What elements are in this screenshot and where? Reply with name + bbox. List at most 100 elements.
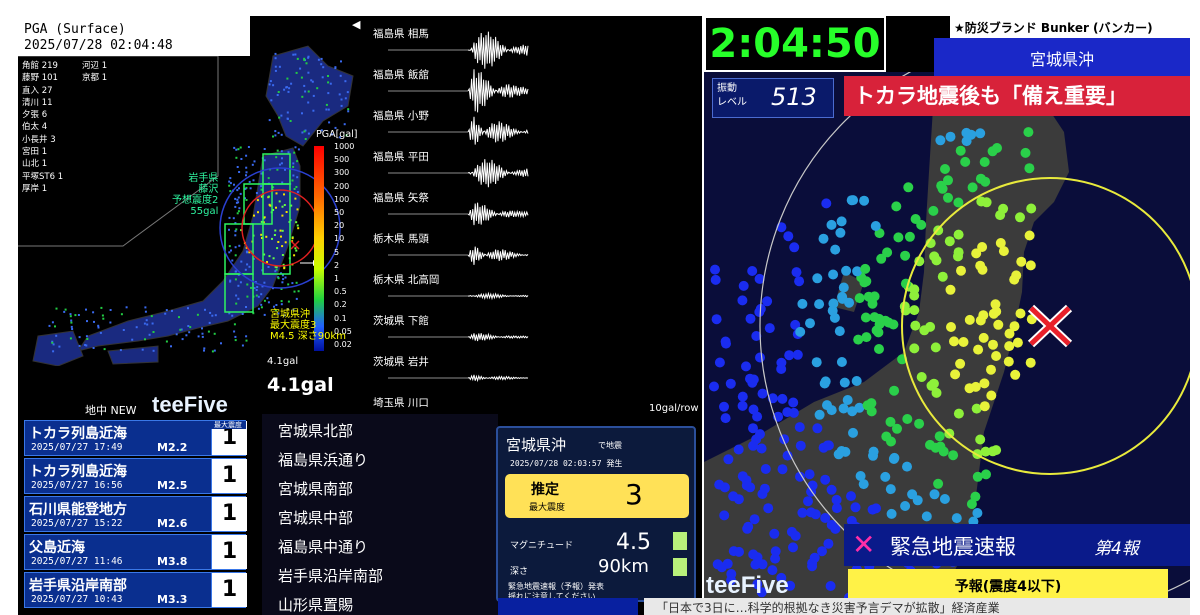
station-dot: [93, 320, 95, 323]
station-dot: [55, 307, 58, 310]
station-dot: [289, 120, 292, 122]
intensity-dot: [979, 401, 990, 412]
station-dot: [307, 132, 310, 135]
wave-station-label: 栃木県 馬頭: [373, 233, 429, 245]
intensity-dot: [893, 232, 904, 243]
miyagi-line2: 最大震度3: [270, 320, 317, 331]
quake-list-item[interactable]: 岩手県沿岸南部 2025/07/27 10:43 M3.3 1: [24, 572, 247, 608]
station-dot: [281, 205, 284, 208]
station-dot: [214, 314, 217, 317]
station-dot: [228, 184, 231, 187]
intensity-dot: [797, 298, 808, 309]
station-dot: [287, 90, 290, 93]
station-dot: [267, 177, 270, 180]
station-dot: [260, 306, 263, 309]
station-dot: [248, 180, 251, 183]
intensity-dot: [882, 247, 893, 258]
station-dot: [250, 286, 252, 289]
intensity-dot: [748, 374, 759, 385]
ticker-left: [498, 598, 638, 615]
intensity-dot: [789, 242, 800, 253]
intensity-dot: [970, 491, 981, 502]
station-dot: [281, 229, 284, 232]
station-dot: [77, 314, 80, 316]
waveform-trace: [467, 116, 529, 145]
station-dot: [268, 83, 271, 86]
quake-magnitude: M2.5: [157, 479, 188, 492]
station-dot: [245, 199, 248, 201]
intensity-dot: [1011, 270, 1022, 281]
quake-list-item[interactable]: 石川県能登地方 2025/07/27 15:22 M2.6 1: [24, 496, 247, 532]
shindo-level-value: 513: [771, 83, 817, 111]
gal-big: 4.1gal: [267, 374, 334, 396]
intensity-dot: [860, 312, 871, 323]
station-dot: [274, 270, 277, 273]
intensity-dot: [846, 491, 856, 502]
intensity-dot: [720, 413, 731, 424]
station-dot: [328, 121, 331, 124]
station-dot: [152, 331, 155, 333]
station-dot: [276, 94, 279, 96]
station-dot: [286, 77, 289, 80]
intensity-dot: [973, 344, 984, 355]
station-dot: [248, 265, 251, 268]
station-dot: [287, 300, 290, 303]
intensity-dot: [716, 562, 727, 573]
station-dot: [234, 335, 237, 338]
station-dot: [340, 104, 343, 107]
station-dot: [201, 335, 204, 338]
intensity-dot: [930, 342, 941, 353]
station-dot: [239, 281, 242, 284]
station-dot: [211, 350, 214, 353]
intensity-dot: [830, 244, 841, 255]
station-dot: [274, 134, 277, 137]
intensity-dot: [733, 444, 744, 455]
intensity-dot: [764, 323, 775, 334]
intensity-dot: [939, 494, 950, 504]
intensity-dot: [710, 264, 720, 275]
station-dot: [246, 251, 248, 254]
station-dot: [293, 151, 296, 154]
wave-scroll-arrow[interactable]: ◀: [352, 18, 360, 31]
region-list: 宮城県北部 福島県浜通り 宮城県南部 宮城県中部 福島県中通り 岩手県沿岸南部 山形県置賜: [262, 414, 498, 615]
station-dot: [197, 335, 200, 338]
station-entry: 角館 219: [22, 61, 58, 71]
teefive-logo-right: teeFive: [706, 572, 789, 599]
station-dot: [343, 123, 346, 126]
station-entry: 直入 27: [22, 85, 53, 96]
station-dot: [125, 306, 128, 309]
station-dot: [297, 227, 300, 230]
quake-list-item[interactable]: 父島近海 2025/07/27 11:46 M3.8 1: [24, 534, 247, 570]
station-dot: [272, 257, 275, 260]
station-dot: [276, 247, 279, 250]
wave-station-label: 茨城県 岩井: [373, 356, 429, 368]
broadcast-panel: 2:04:50 ★防災ブランド Bunker (バンカー) 宮城県沖 振動 レベ…: [704, 16, 1190, 615]
intensity-dot: [948, 450, 959, 461]
station-dot: [346, 91, 349, 94]
station-dot: [274, 52, 277, 55]
wave-station-label: 栃木県 北高岡: [373, 274, 440, 286]
station-dot: [234, 278, 237, 281]
intensity-dot: [711, 314, 722, 325]
station-dot: [291, 237, 294, 240]
intensity-dot: [769, 528, 780, 539]
iwate-line2: 藤沢: [198, 184, 219, 195]
region-item: 宮城県北部: [278, 422, 354, 440]
intensity-dot: [889, 385, 900, 396]
station-dot: [178, 316, 180, 319]
station-dot: [263, 281, 266, 284]
station-dot: [265, 235, 268, 238]
intensity-dot: [972, 508, 983, 518]
intensity-dot: [992, 143, 1002, 153]
intensity-dot: [909, 290, 920, 301]
intensity-dot: [971, 248, 982, 259]
intensity-dot: [934, 431, 945, 442]
station-dot: [239, 192, 242, 195]
sponsor-banner[interactable]: ★防災ブランド Bunker (バンカー): [950, 16, 1190, 38]
station-dot: [201, 332, 204, 335]
quake-list-item[interactable]: トカラ列島近海 2025/07/27 16:56 M2.5 1: [24, 458, 247, 494]
intensity-dot: [790, 530, 801, 541]
station-dot: [304, 138, 307, 140]
station-dot: [255, 192, 258, 194]
station-dot: [246, 283, 249, 286]
